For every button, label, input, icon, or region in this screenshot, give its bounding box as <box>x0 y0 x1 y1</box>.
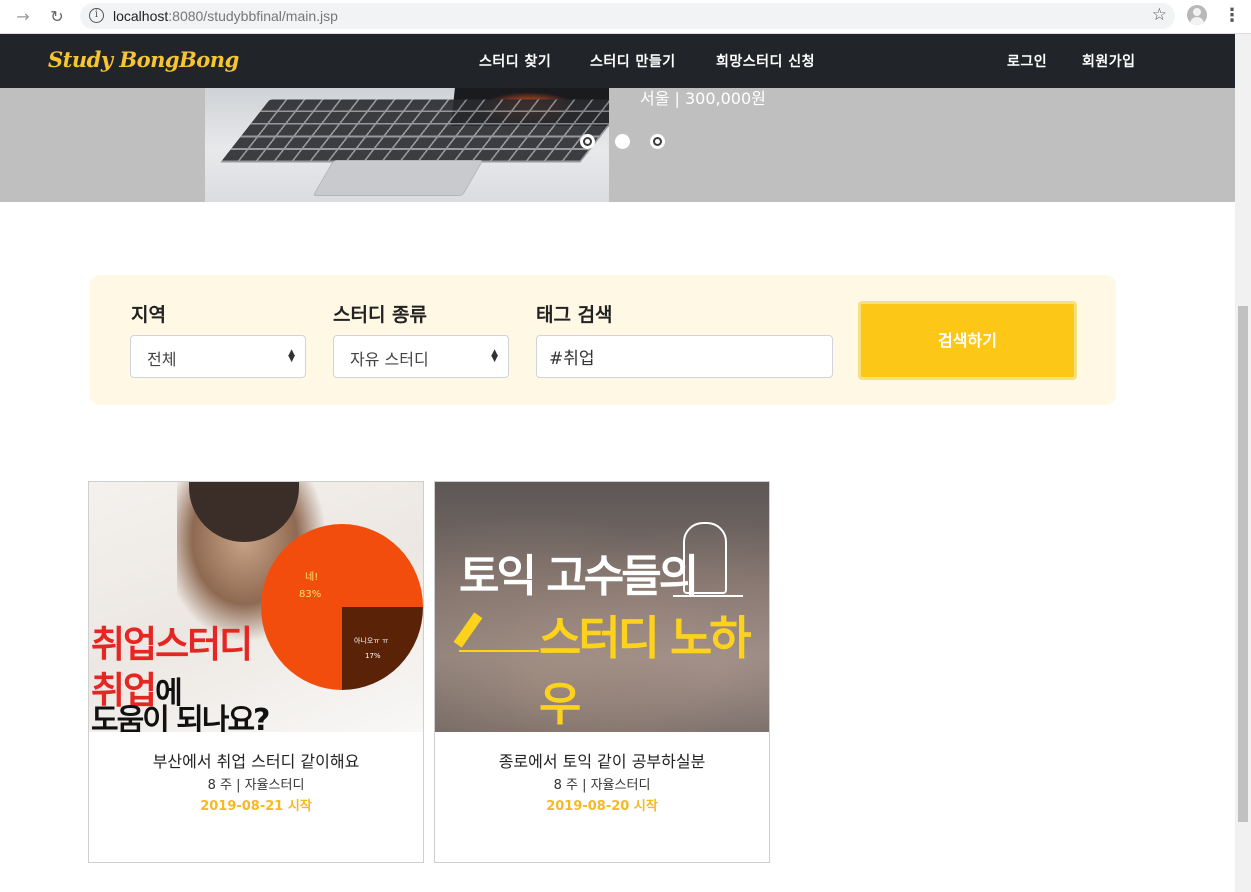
study-card-meta: 8 주 | 자율스터디 <box>207 778 305 793</box>
select-caret-icon: ▲ ▼ <box>288 348 295 364</box>
browser-toolbar: → ↻ i localhost:8080/studybbfinal/main.j… <box>0 0 1251 34</box>
image-headline-1: 토익 고수들의 <box>459 551 699 602</box>
nav-request-study[interactable]: 희망스터디 신청 <box>716 51 815 71</box>
study-card-meta: 8 주 | 자율스터디 <box>553 778 651 793</box>
carousel-indicator-1[interactable] <box>580 134 595 149</box>
region-select-value: 전체 <box>147 350 177 369</box>
carousel-indicator-3[interactable] <box>650 134 665 149</box>
study-type-select[interactable]: 자유 스터디 ▲ ▼ <box>333 335 509 378</box>
search-panel: 지역 전체 ▲▼ 스터디 종류 자유 스터디 ▲▼ 태그 검색 검색하기 <box>90 275 1116 405</box>
nav-login[interactable]: 로그인 <box>1007 51 1047 71</box>
select-caret-icon: ▲ ▼ <box>491 348 498 364</box>
study-card-image[interactable]: 토익 고수들의 스터디 노하우 <box>435 482 769 732</box>
region-label: 지역 <box>131 304 166 326</box>
carousel-laptop-image[interactable] <box>205 88 609 202</box>
study-card[interactable]: 네! 83% 아니오ㅠ ㅠ 17% 취업스터디 취업에 도움이 되나요? 부산에… <box>88 481 424 863</box>
url-text[interactable]: localhost:8080/studybbfinal/main.jsp <box>113 8 338 24</box>
nav-create-study[interactable]: 스터디 만들기 <box>590 51 676 71</box>
page-viewport: Study BongBong 스터디 찾기 스터디 만들기 희망스터디 신청 로… <box>0 34 1235 892</box>
pie-yes-label: 네! <box>305 572 319 583</box>
brand-logo[interactable]: Study BongBong <box>48 47 239 72</box>
info-icon[interactable]: i <box>89 8 104 23</box>
tag-search-label: 태그 검색 <box>536 304 613 326</box>
profile-avatar-icon[interactable] <box>1187 5 1207 25</box>
study-type-select-value: 자유 스터디 <box>350 350 429 369</box>
address-bar[interactable]: i localhost:8080/studybbfinal/main.jsp ☆ <box>80 3 1175 29</box>
top-navbar: Study BongBong 스터디 찾기 스터디 만들기 희망스터디 신청 로… <box>0 34 1235 88</box>
bookmark-star-icon[interactable]: ☆ <box>1152 5 1167 25</box>
image-headline-2: 스터디 노하우 <box>539 611 752 731</box>
pie-no-label: 아니오ㅠ ㅠ <box>354 637 389 645</box>
pie-yes-value: 83% <box>299 589 322 600</box>
vertical-scrollbar[interactable] <box>1235 34 1251 892</box>
search-button[interactable]: 검색하기 <box>858 301 1077 380</box>
region-select[interactable]: 전체 ▲ ▼ <box>130 335 306 378</box>
study-card-title[interactable]: 종로에서 토익 같이 공부하실분 <box>435 748 769 772</box>
url-path: :8080/studybbfinal/main.jsp <box>168 8 338 24</box>
nav-signup[interactable]: 회원가입 <box>1082 51 1136 71</box>
url-host: localhost <box>113 8 169 24</box>
pie-no-value: 17% <box>365 652 381 660</box>
scrollbar-thumb[interactable] <box>1238 306 1248 822</box>
image-headline-3: 도움이 되나요? <box>91 703 270 732</box>
study-card-start-date: 2019-08-20 시작 <box>546 799 658 814</box>
study-card-image[interactable]: 네! 83% 아니오ㅠ ㅠ 17% 취업스터디 취업에 도움이 되나요? <box>89 482 423 732</box>
tag-search-input[interactable] <box>536 335 833 378</box>
study-card-start-date: 2019-08-21 시작 <box>200 799 312 814</box>
reload-icon[interactable]: ↻ <box>46 6 68 28</box>
study-type-label: 스터디 종류 <box>333 304 428 326</box>
study-card-title[interactable]: 부산에서 취업 스터디 같이해요 <box>89 748 423 772</box>
nav-find-study[interactable]: 스터디 찾기 <box>479 51 551 71</box>
forward-arrow-icon[interactable]: → <box>12 6 34 28</box>
carousel-indicator-2[interactable] <box>615 134 630 149</box>
pie-chart-graphic <box>261 524 423 690</box>
study-card[interactable]: 토익 고수들의 스터디 노하우 종로에서 토익 같이 공부하실분 8 주 | 자… <box>434 481 770 863</box>
hero-carousel: 서울 | 300,000원 <box>0 88 1235 202</box>
browser-menu-icon[interactable]: ⋮ <box>1223 6 1241 26</box>
carousel-caption: 서울 | 300,000원 <box>640 89 766 108</box>
